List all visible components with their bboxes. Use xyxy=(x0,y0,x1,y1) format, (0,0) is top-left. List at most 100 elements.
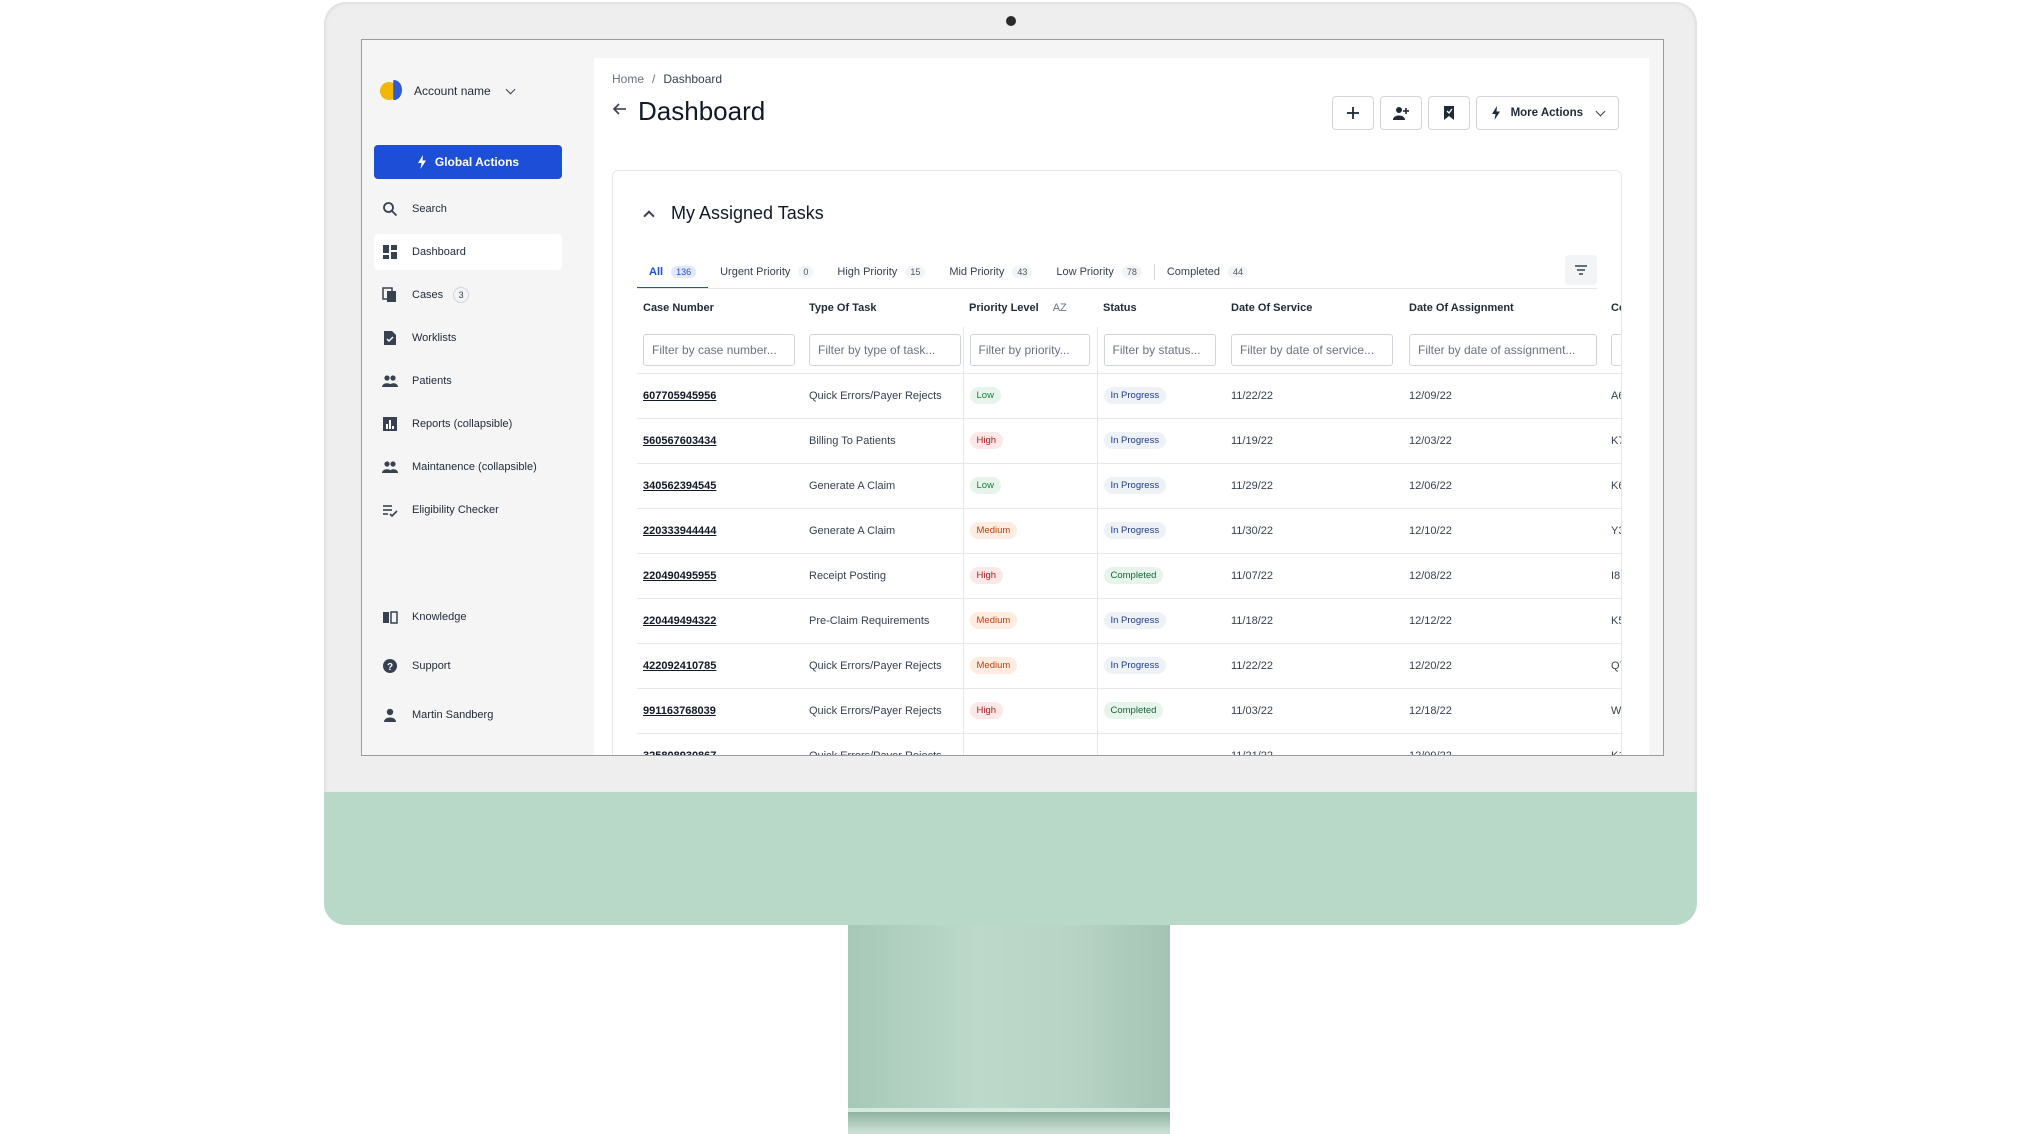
date-of-service-cell: 11/22/22 xyxy=(1225,372,1403,418)
sidebar-item-dashboard[interactable]: Dashboard xyxy=(374,234,562,270)
back-arrow-icon[interactable] xyxy=(612,101,628,122)
code-cell: I8 xyxy=(1605,552,1621,598)
monitor-stand-base xyxy=(848,1112,1170,1134)
tab-all[interactable]: All 136 xyxy=(637,257,709,289)
sidebar-item-worklists[interactable]: Worklists xyxy=(374,320,562,356)
sidebar-item-support[interactable]: ? Support xyxy=(374,648,562,684)
table-row[interactable]: 340562394545 Generate A Claim Low In Progre… xyxy=(637,462,1621,508)
tab-completed[interactable]: Completed 44 xyxy=(1155,257,1260,287)
monitor-stand xyxy=(848,925,1170,1120)
sidebar-item-user[interactable]: Martin Sandberg xyxy=(374,697,562,733)
code-cell: W3 xyxy=(1605,687,1621,733)
table-row[interactable]: 220333944444 Generate A Claim Medium In Pro… xyxy=(637,507,1621,553)
table-row[interactable]: 220490495955 Receipt Posting High Completed… xyxy=(637,552,1621,598)
status-badge: In Progress xyxy=(1103,387,1167,404)
sidebar-item-patients[interactable]: Patients xyxy=(374,363,562,399)
sidebar-item-label: Support xyxy=(412,660,451,672)
filter-case-number-input[interactable] xyxy=(643,333,795,366)
case-number-link[interactable]: 991163768039 xyxy=(643,705,716,717)
case-number-link[interactable]: 607705945956 xyxy=(643,390,716,402)
code-cell: K1 xyxy=(1605,732,1621,755)
svg-text:?: ? xyxy=(387,662,393,673)
cases-count-badge: 3 xyxy=(453,287,470,303)
column-header-type-of-task[interactable]: Type Of Task xyxy=(803,289,963,327)
breadcrumb-home[interactable]: Home xyxy=(612,72,644,86)
case-number-link[interactable]: 422092410785 xyxy=(643,660,716,672)
bookmark-button[interactable] xyxy=(1427,96,1470,130)
page-title: Dashboard xyxy=(638,96,766,126)
sidebar-item-search[interactable]: Search xyxy=(374,191,562,227)
filter-button[interactable] xyxy=(1565,255,1597,285)
case-number-cell: 220449494322 xyxy=(637,597,803,643)
priority-cell: High xyxy=(962,417,1098,463)
column-header-case-number[interactable]: Case Number xyxy=(637,289,803,327)
column-header-code[interactable]: Co xyxy=(1605,289,1621,327)
table-row[interactable]: 607705945956 Quick Errors/Payer Rejects Lo… xyxy=(637,372,1621,418)
filter-status-input[interactable] xyxy=(1103,333,1216,366)
sidebar-item-label: Martin Sandberg xyxy=(412,709,494,721)
more-actions-button[interactable]: More Actions xyxy=(1475,96,1619,130)
status-cell: Completed xyxy=(1097,687,1225,733)
search-icon xyxy=(383,202,398,217)
filter-date-of-service-input[interactable] xyxy=(1231,333,1393,366)
lightning-icon xyxy=(1491,106,1500,120)
add-button[interactable] xyxy=(1331,96,1374,130)
sidebar-item-eligibility-checker[interactable]: Eligibility Checker xyxy=(374,492,562,528)
table-row[interactable]: 325808930867 Quick Errors/Payer Rejects 11… xyxy=(637,732,1621,755)
maintenance-icon xyxy=(382,461,398,473)
global-actions-button[interactable]: Global Actions xyxy=(374,145,562,179)
table-row[interactable]: 560567603434 Billing To Patients High In Pr… xyxy=(637,417,1621,463)
priority-badge: Medium xyxy=(969,612,1018,629)
case-number-link[interactable]: 220333944444 xyxy=(643,525,716,537)
case-number-link[interactable]: 220449494322 xyxy=(643,615,716,627)
case-number-link[interactable]: 340562394545 xyxy=(643,480,716,492)
card-header[interactable]: My Assigned Tasks xyxy=(643,203,824,224)
status-cell xyxy=(1097,732,1225,755)
status-cell: In Progress xyxy=(1097,417,1225,463)
account-switcher[interactable]: Account name xyxy=(380,80,516,102)
column-header-status[interactable]: Status xyxy=(1097,289,1225,327)
tab-label: Urgent Priority xyxy=(720,266,791,278)
case-number-link[interactable]: 220490495955 xyxy=(643,570,716,582)
tab-urgent-priority[interactable]: Urgent Priority 0 xyxy=(708,257,825,287)
sidebar-item-knowledge[interactable]: Knowledge xyxy=(374,599,562,635)
camera-icon xyxy=(1006,16,1016,26)
worklist-icon xyxy=(384,331,396,345)
case-number-cell: 220333944444 xyxy=(637,507,803,553)
checklist-icon xyxy=(383,505,398,518)
filter-code-input[interactable] xyxy=(1611,333,1621,366)
status-cell: In Progress xyxy=(1097,597,1225,643)
column-header-date-of-service[interactable]: Date Of Service xyxy=(1225,289,1403,327)
filter-type-of-task-input[interactable] xyxy=(809,333,961,366)
column-header-priority-level[interactable]: Priority Level AZ xyxy=(963,289,1097,327)
status-cell: In Progress xyxy=(1097,372,1225,418)
sidebar-item-label: Search xyxy=(412,203,447,215)
chevron-down-icon xyxy=(1595,106,1606,116)
filter-priority-input[interactable] xyxy=(969,333,1090,366)
column-header-date-of-assignment[interactable]: Date Of Assignment xyxy=(1403,289,1605,327)
table-row[interactable]: 991163768039 Quick Errors/Payer Rejects Hi… xyxy=(637,687,1621,733)
tab-low-priority[interactable]: Low Priority 78 xyxy=(1044,257,1153,287)
case-number-link[interactable]: 560567603434 xyxy=(643,435,716,447)
case-number-cell: 422092410785 xyxy=(637,642,803,688)
filter-date-of-assignment-input[interactable] xyxy=(1409,333,1597,366)
priority-badge: Low xyxy=(969,387,1001,404)
sidebar-item-maintenance[interactable]: Maintanence (collapsible) xyxy=(374,449,562,485)
tab-high-priority[interactable]: High Priority 15 xyxy=(825,257,937,287)
sidebar-item-cases[interactable]: Cases 3 xyxy=(374,277,562,313)
table-row[interactable]: 220449494322 Pre-Claim Requirements Medium… xyxy=(637,597,1621,643)
date-of-service-cell: 11/30/22 xyxy=(1225,507,1403,553)
chevron-up-icon[interactable] xyxy=(643,209,655,222)
table-row[interactable]: 422092410785 Quick Errors/Payer Rejects Me… xyxy=(637,642,1621,688)
sort-az-icon[interactable]: AZ xyxy=(1053,302,1067,314)
tab-mid-priority[interactable]: Mid Priority 43 xyxy=(937,257,1044,287)
book-icon xyxy=(383,611,398,624)
case-number-link[interactable]: 325808930867 xyxy=(643,750,716,755)
table-header-row: Case Number Type Of Task Priority Level A… xyxy=(637,289,1621,327)
add-user-button[interactable] xyxy=(1379,96,1422,130)
priority-badge: High xyxy=(969,432,1004,449)
status-badge: In Progress xyxy=(1103,657,1167,674)
priority-badge: High xyxy=(969,567,1004,584)
sidebar-item-reports[interactable]: Reports (collapsible) xyxy=(374,406,562,442)
priority-badge: Medium xyxy=(969,522,1018,539)
